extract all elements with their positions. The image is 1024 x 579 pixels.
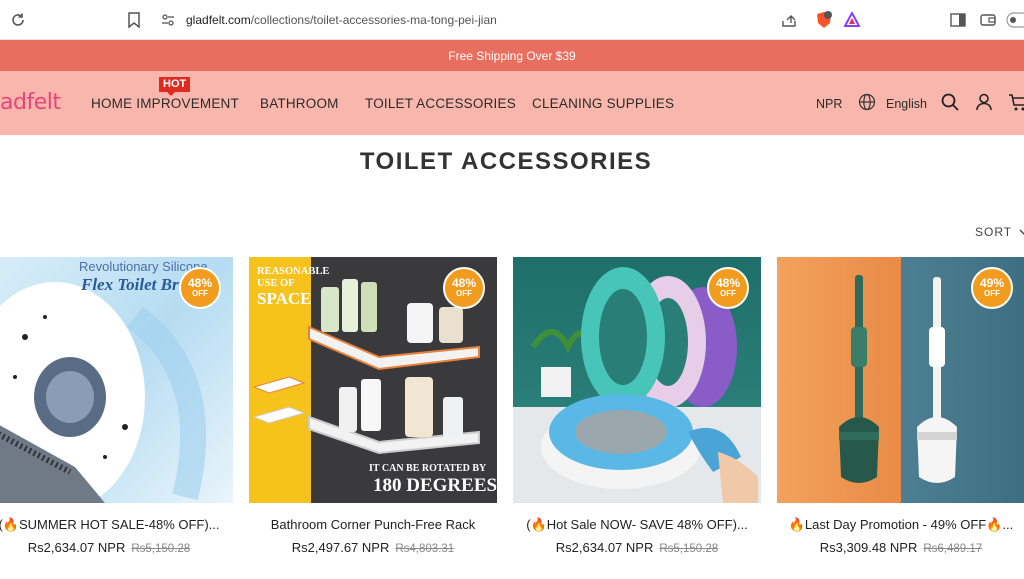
url-text: gladfelt.com/collections/toilet-accessor…: [186, 13, 497, 27]
product-card[interactable]: Revolutionary Silicone Flex Toilet Brush…: [0, 257, 233, 555]
product-image[interactable]: Revolutionary Silicone Flex Toilet Brush…: [0, 257, 233, 503]
product-title[interactable]: Bathroom Corner Punch-Free Rack: [249, 517, 497, 532]
discount-badge: 48% OFF: [443, 267, 485, 309]
site-header: adfelt HOME IMPROVEMENT BATHROOM TOILET …: [0, 71, 1024, 135]
original-price: Rs5,150.28: [131, 543, 191, 555]
product-prices: Rs2,497.67 NPR Rs4,803.31: [249, 540, 497, 555]
product-image[interactable]: REASONABLE USE OF SPACE IT CAN BE ROTATE…: [249, 257, 497, 503]
account-icon[interactable]: [975, 93, 995, 113]
image-text-line3: SPACE: [257, 289, 312, 308]
brave-rewards-icon[interactable]: [842, 10, 862, 30]
nav-cleaning-supplies[interactable]: CLEANING SUPPLIES: [532, 96, 674, 111]
share-icon[interactable]: [780, 10, 800, 30]
product-prices: Rs2,634.07 NPR Rs5,150.28: [513, 540, 761, 555]
sale-price: Rs3,309.48 NPR: [819, 540, 918, 555]
product-card[interactable]: 48% OFF (🔥Hot Sale NOW- SAVE 48% OFF)... …: [513, 257, 761, 555]
chevron-down-icon: [1019, 229, 1024, 235]
sort-label: SORT: [975, 225, 1012, 239]
nav-home-improvement[interactable]: HOME IMPROVEMENT: [91, 96, 239, 111]
collection-title: TOILET ACCESSORIES: [359, 148, 653, 175]
discount-badge: 48% OFF: [179, 267, 221, 309]
product-title[interactable]: (🔥SUMMER HOT SALE-48% OFF)...: [0, 517, 233, 533]
image-text-line4: IT CAN BE ROTATED BY: [369, 463, 487, 474]
discount-off-label: OFF: [984, 289, 1000, 298]
globe-icon: [858, 93, 878, 113]
sale-price: Rs2,634.07 NPR: [27, 540, 126, 555]
nav-toilet-accessories[interactable]: TOILET ACCESSORIES: [365, 96, 516, 111]
discount-off-label: OFF: [456, 289, 472, 298]
discount-off-label: OFF: [192, 289, 208, 298]
bookmark-icon[interactable]: [124, 10, 144, 30]
image-text-line2: USE OF: [257, 278, 295, 289]
product-title[interactable]: 🔥Last Day Promotion - 49% OFF🔥...: [777, 517, 1024, 533]
sale-price: Rs2,497.67 NPR: [291, 540, 390, 555]
discount-percent: 48%: [451, 276, 477, 290]
site-info-icon[interactable]: [158, 10, 178, 30]
sort-dropdown[interactable]: SORT: [975, 225, 1024, 239]
browser-toolbar: gladfelt.com/collections/toilet-accessor…: [0, 0, 1024, 40]
discount-percent: 48%: [715, 276, 741, 290]
original-price: Rs6,489.17: [923, 543, 983, 555]
discount-percent: 48%: [187, 276, 213, 290]
promo-text: Free Shipping Over $39: [448, 48, 576, 63]
language-selector[interactable]: English: [886, 97, 927, 111]
search-icon[interactable]: [941, 93, 961, 113]
product-image[interactable]: 48% OFF: [513, 257, 761, 503]
url-host: gladfelt.com: [186, 13, 251, 27]
discount-off-label: OFF: [720, 289, 736, 298]
product-card[interactable]: 49% OFF 🔥Last Day Promotion - 49% OFF🔥...…: [777, 257, 1024, 555]
brave-shield-icon[interactable]: [814, 10, 834, 30]
nav-bathroom[interactable]: BATHROOM: [260, 96, 339, 111]
url-path: /collections/toilet-accessories-ma-tong-…: [250, 13, 497, 27]
discount-percent: 49%: [979, 276, 1005, 290]
promo-banner: Free Shipping Over $39: [0, 40, 1024, 71]
image-text-line1: REASONABLE: [257, 266, 330, 277]
sidebar-icon[interactable]: [948, 10, 968, 30]
discount-badge: 48% OFF: [707, 267, 749, 309]
product-title[interactable]: (🔥Hot Sale NOW- SAVE 48% OFF)...: [513, 517, 761, 533]
reload-icon[interactable]: [8, 10, 28, 30]
product-image[interactable]: 49% OFF: [777, 257, 1024, 503]
hot-badge: HOT: [159, 77, 191, 96]
site-logo[interactable]: adfelt: [0, 90, 61, 115]
product-prices: Rs2,634.07 NPR Rs5,150.28: [0, 540, 233, 555]
discount-badge: 49% OFF: [971, 267, 1013, 309]
wallet-icon[interactable]: [978, 10, 998, 30]
currency-selector[interactable]: NPR: [816, 97, 842, 111]
sale-price: Rs2,634.07 NPR: [555, 540, 654, 555]
vpn-icon[interactable]: [1006, 10, 1024, 30]
address-bar[interactable]: gladfelt.com/collections/toilet-accessor…: [150, 6, 870, 34]
original-price: Rs5,150.28: [659, 543, 719, 555]
product-card[interactable]: REASONABLE USE OF SPACE IT CAN BE ROTATE…: [249, 257, 497, 555]
original-price: Rs4,803.31: [395, 543, 455, 555]
product-prices: Rs3,309.48 NPR Rs6,489.17: [777, 540, 1024, 555]
cart-icon[interactable]: [1008, 93, 1024, 113]
image-text-line5: 180 DEGREES: [373, 475, 497, 496]
